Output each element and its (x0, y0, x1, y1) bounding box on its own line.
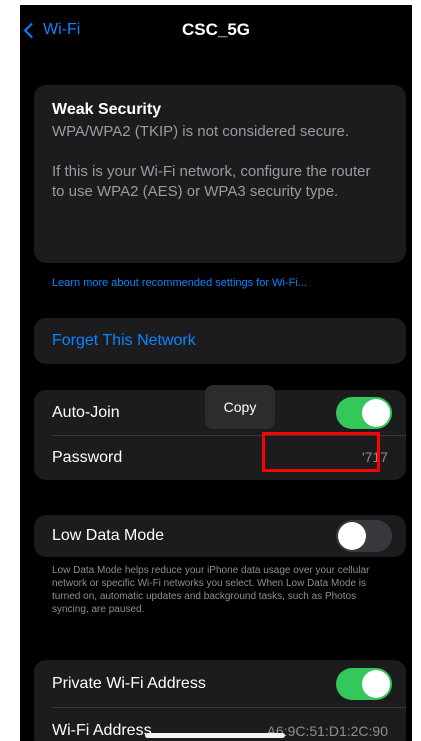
wifi-network-screen: Wi-Fi CSC_5G Weak Security WPA/WPA2 (TKI… (20, 5, 412, 741)
security-title: Weak Security (52, 101, 162, 118)
wifi-address-value: A6:9C:51:D1:2C:90 (266, 723, 388, 739)
forget-network-label: Forget This Network (52, 332, 196, 349)
password-label: Password (52, 449, 123, 466)
wifi-address-label: Wi-Fi Address (52, 722, 152, 739)
weak-security-card: Weak Security WPA/WPA2 (TKIP) is not con… (34, 85, 406, 263)
nav-bar: Wi-Fi CSC_5G (20, 5, 412, 55)
password-highlight-box (262, 432, 380, 472)
security-text-2: If this is your Wi-Fi network, configure… (52, 163, 371, 200)
low-data-mode-description: Low Data Mode helps reduce your iPhone d… (52, 565, 370, 615)
learn-more-link[interactable]: Learn more about recommended settings fo… (52, 275, 372, 291)
security-text-1: WPA/WPA2 (TKIP) is not considered secure… (52, 123, 350, 140)
private-address-label: Private Wi-Fi Address (52, 675, 206, 692)
low-data-mode-toggle[interactable] (336, 520, 392, 552)
page-title: CSC_5G (181, 20, 251, 39)
toggle-knob (362, 399, 390, 427)
private-address-group: Private Wi-Fi Address Wi-Fi Address A6:9… (34, 660, 406, 741)
row-divider (52, 707, 406, 708)
toggle-knob (338, 522, 366, 550)
low-data-mode-label: Low Data Mode (52, 527, 165, 544)
private-address-toggle[interactable] (336, 668, 392, 700)
copy-popup-button[interactable]: Copy (205, 385, 275, 429)
auto-join-toggle[interactable] (336, 397, 392, 429)
auto-join-label: Auto-Join (52, 404, 120, 421)
forget-network-button[interactable]: Forget This Network (34, 318, 406, 364)
home-indicator (145, 733, 285, 738)
low-data-mode-row: Low Data Mode (34, 515, 406, 557)
toggle-knob (362, 670, 390, 698)
